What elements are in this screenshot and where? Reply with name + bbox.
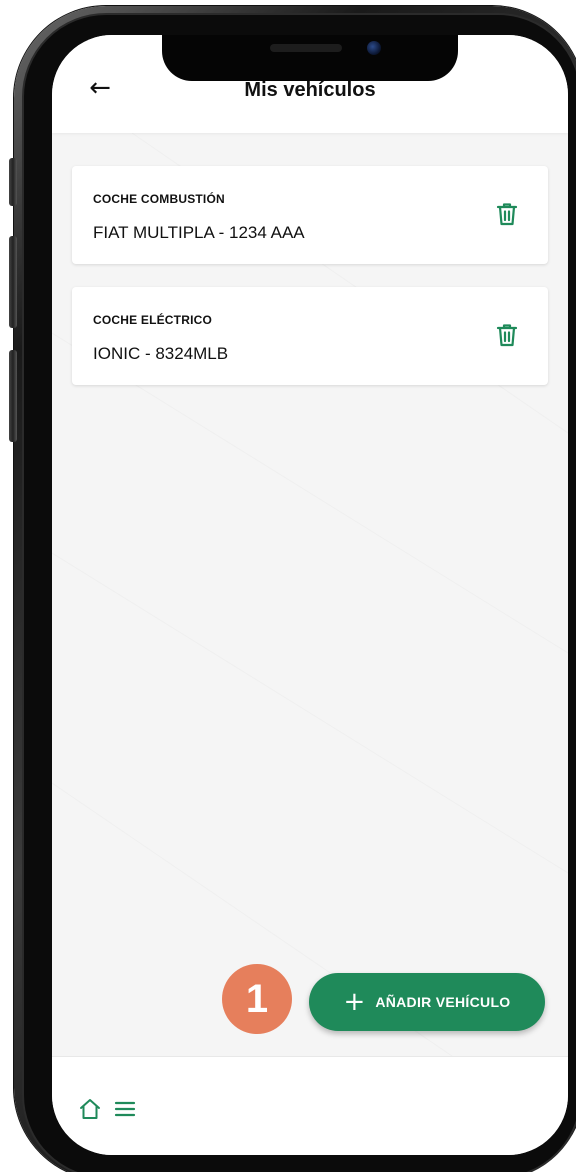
phone-side-button — [9, 350, 17, 442]
trash-icon[interactable] — [495, 201, 519, 227]
add-vehicle-button[interactable]: + AÑADIR VEHÍCULO — [309, 973, 545, 1031]
phone-notch — [162, 35, 458, 81]
vehicle-type: COCHE COMBUSTIÓN — [93, 192, 225, 206]
vehicle-card[interactable]: COCHE COMBUSTIÓN FIAT MULTIPLA - 1234 AA… — [72, 166, 548, 264]
screenshot-stage: ← Mis vehículos COCHE COMBUSTIÓN FIAT MU… — [0, 0, 576, 1172]
vehicle-name: FIAT MULTIPLA - 1234 AAA — [93, 223, 305, 242]
home-icon[interactable] — [78, 1097, 102, 1121]
page-title: Mis vehículos — [244, 79, 376, 101]
phone-side-button — [9, 236, 17, 328]
bottom-navigation — [52, 1056, 568, 1155]
front-camera — [367, 41, 381, 55]
vehicle-type: COCHE ELÉCTRICO — [93, 313, 213, 327]
app-screen: ← Mis vehículos COCHE COMBUSTIÓN FIAT MU… — [52, 35, 568, 1155]
menu-icon[interactable] — [114, 1099, 136, 1119]
speaker-grille — [270, 44, 342, 52]
vehicle-name: IONIC - 8324MLB — [93, 344, 229, 363]
add-vehicle-label: AÑADIR VEHÍCULO — [375, 994, 511, 1010]
plus-icon: + — [343, 987, 366, 1017]
phone-side-button — [9, 158, 17, 206]
trash-icon[interactable] — [495, 322, 519, 348]
step-number-badge: 1 — [222, 964, 292, 1034]
vehicle-card[interactable]: COCHE ELÉCTRICO IONIC - 8324MLB — [72, 287, 548, 385]
background-pattern — [52, 133, 568, 1056]
